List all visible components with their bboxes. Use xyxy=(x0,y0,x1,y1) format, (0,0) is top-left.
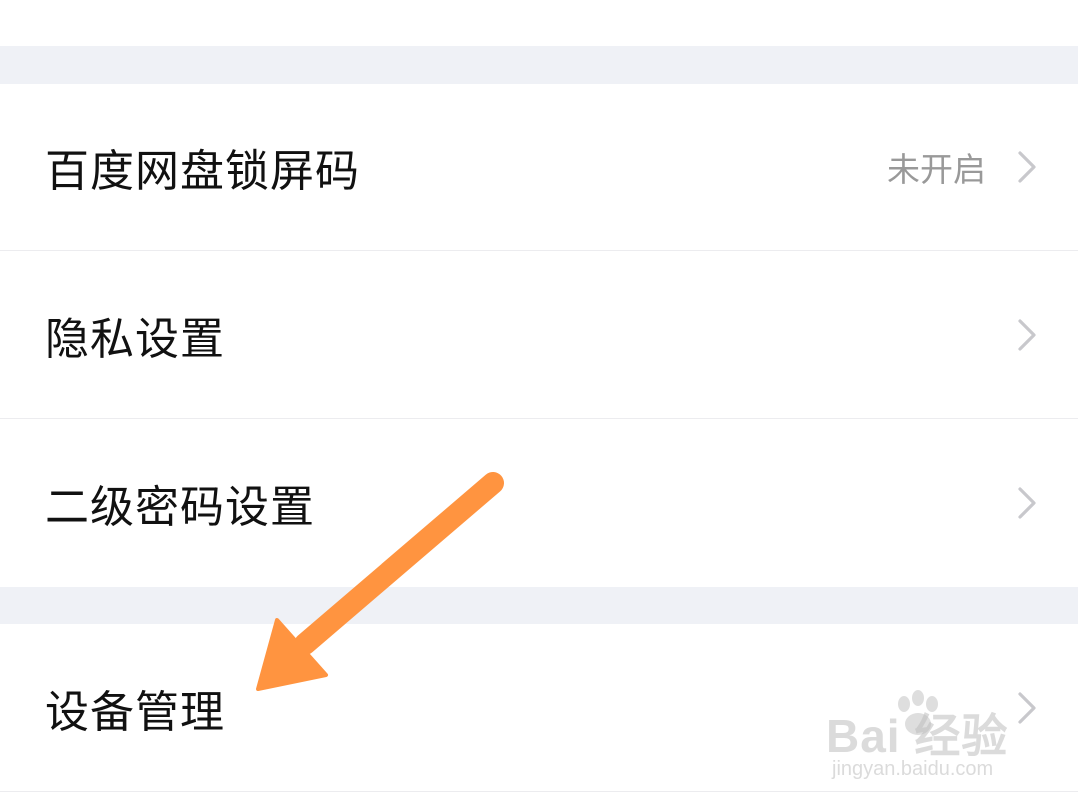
section-separator xyxy=(0,587,1078,624)
chevron-right-icon xyxy=(1018,318,1036,351)
settings-item-label: 百度网盘锁屏码 xyxy=(45,146,360,197)
settings-item-status: 未开启 xyxy=(887,150,986,189)
settings-item-label: 二级密码设置 xyxy=(45,482,315,533)
section-separator xyxy=(0,46,1078,84)
chevron-right-icon xyxy=(1018,487,1036,519)
chevron-right-icon xyxy=(1018,691,1036,724)
settings-item-label: 隐私设置 xyxy=(45,313,225,365)
settings-item-label: 设备管理 xyxy=(45,686,225,738)
top-blank-area xyxy=(0,0,1078,46)
settings-item-secondary-password[interactable]: 二级密码设置 xyxy=(0,419,1078,587)
settings-item-privacy[interactable]: 隐私设置 xyxy=(0,251,1078,419)
chevron-right-icon xyxy=(1018,151,1036,183)
settings-item-device-management[interactable]: 设备管理 xyxy=(0,624,1078,792)
settings-item-lock-screen-code[interactable]: 百度网盘锁屏码 未开启 xyxy=(0,84,1078,251)
